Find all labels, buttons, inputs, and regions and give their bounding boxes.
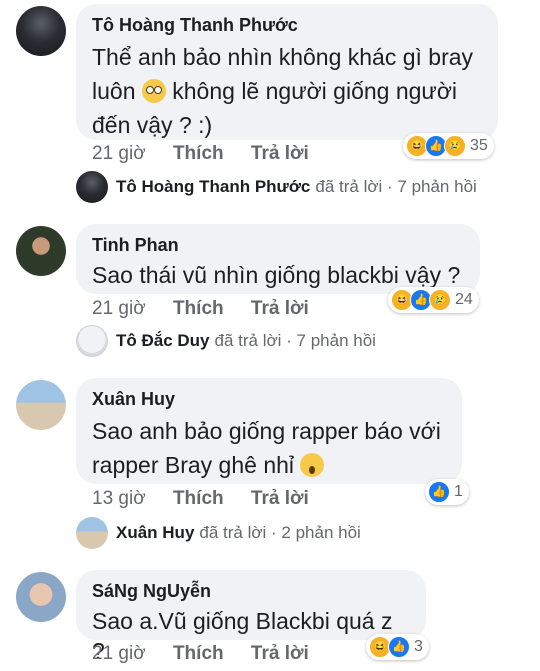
comment-author[interactable]: SáNg NgUyễn <box>92 580 408 602</box>
reaction-count: 35 <box>470 137 488 154</box>
comment-text-line: luôn không lẽ người giống người <box>92 74 480 108</box>
avatar <box>76 325 108 357</box>
comment-actions: 13 giờ Thích Trả lời <box>92 488 331 510</box>
surprised-emoji-icon <box>300 453 325 477</box>
comment-text-line: rapper Bray ghê nhỉ <box>92 448 444 482</box>
flushed-emoji-icon <box>141 79 166 103</box>
comment-text: Sao thái vũ nhìn giống blackbi vậy ? <box>92 262 461 288</box>
avatar[interactable] <box>16 572 66 622</box>
like-button[interactable]: Thích <box>173 643 224 664</box>
comment-text-fragment: luôn <box>92 78 136 104</box>
replies-link[interactable]: Xuân Huy đã trả lời · 2 phản hồi <box>76 516 361 550</box>
comment-text-line: Sao anh bảo giống rapper báo với <box>92 418 441 444</box>
comment-author[interactable]: Tinh Phan <box>92 234 462 256</box>
reply-summary-text: đã trả lời · 7 phản hồi <box>315 177 477 196</box>
replies-link[interactable]: Tô Đắc Duy đã trả lời · 7 phản hồi <box>76 324 376 358</box>
reaction-summary[interactable]: 😆 👍 😢 24 <box>388 287 479 313</box>
reaction-count: 3 <box>414 638 423 655</box>
reply-author: Tô Hoàng Thanh Phước <box>116 177 311 196</box>
avatar[interactable] <box>16 226 66 276</box>
comment-bubble: SáNg NgUyễn Sao a.Vũ giống Blackbi quá z… <box>76 570 426 664</box>
comment-actions: 21 giờ Thích Trả lời <box>92 643 331 665</box>
reply-button[interactable]: Trả lời <box>251 488 309 509</box>
replies-link[interactable]: Tô Hoàng Thanh Phước đã trả lời · 7 phản… <box>76 170 477 204</box>
avatar <box>76 171 108 203</box>
reply-button[interactable]: Trả lời <box>251 643 309 664</box>
comment-author[interactable]: Xuân Huy <box>92 388 444 410</box>
timestamp[interactable]: 21 giờ <box>92 643 146 664</box>
reply-summary-text: đã trả lời · 2 phản hồi <box>199 523 361 542</box>
reply-author: Tô Đắc Duy <box>116 331 210 350</box>
like-reaction-icon: 👍 <box>388 636 410 658</box>
comment-author[interactable]: Tô Hoàng Thanh Phước <box>92 14 480 36</box>
reaction-summary[interactable]: 😆 👍 😢 35 <box>403 133 494 159</box>
comment-text-line: Thể anh bảo nhìn không khác gì bray <box>92 44 474 70</box>
comment-bubble: Tô Hoàng Thanh Phước Thể anh bảo nhìn kh… <box>76 4 498 140</box>
sad-reaction-icon: 😢 <box>444 135 466 157</box>
sad-reaction-icon: 😢 <box>429 289 451 311</box>
reaction-count: 1 <box>454 483 463 500</box>
avatar[interactable] <box>16 6 66 56</box>
comment-text-fragment: không lẽ người giống người <box>172 78 458 104</box>
like-button[interactable]: Thích <box>173 298 224 319</box>
reply-author: Xuân Huy <box>116 523 195 542</box>
avatar[interactable] <box>16 380 66 430</box>
timestamp[interactable]: 13 giờ <box>92 488 146 509</box>
like-reaction-icon: 👍 <box>428 481 450 503</box>
comment-text-fragment: rapper Bray ghê nhỉ <box>92 452 295 478</box>
reply-button[interactable]: Trả lời <box>251 298 309 319</box>
comment-text: Sao anh bảo giống rapper báo với rapper … <box>92 414 444 482</box>
comment-text: Thể anh bảo nhìn không khác gì bray luôn… <box>92 40 480 142</box>
like-button[interactable]: Thích <box>173 143 224 164</box>
reaction-summary[interactable]: 😆 👍 3 <box>366 634 429 660</box>
reaction-count: 24 <box>455 291 473 308</box>
comment-actions: 21 giờ Thích Trả lời <box>92 298 331 320</box>
comment-bubble: Tinh Phan Sao thái vũ nhìn giống blackbi… <box>76 224 480 294</box>
reaction-summary[interactable]: 👍 1 <box>425 479 469 505</box>
reply-button[interactable]: Trả lời <box>251 143 309 164</box>
like-button[interactable]: Thích <box>173 488 224 509</box>
avatar <box>76 517 108 549</box>
timestamp[interactable]: 21 giờ <box>92 298 146 319</box>
timestamp[interactable]: 21 giờ <box>92 143 146 164</box>
comment-actions: 21 giờ Thích Trả lời <box>92 143 331 165</box>
comment-bubble: Xuân Huy Sao anh bảo giống rapper báo vớ… <box>76 378 462 484</box>
reply-summary-text: đã trả lời · 7 phản hồi <box>214 331 376 350</box>
